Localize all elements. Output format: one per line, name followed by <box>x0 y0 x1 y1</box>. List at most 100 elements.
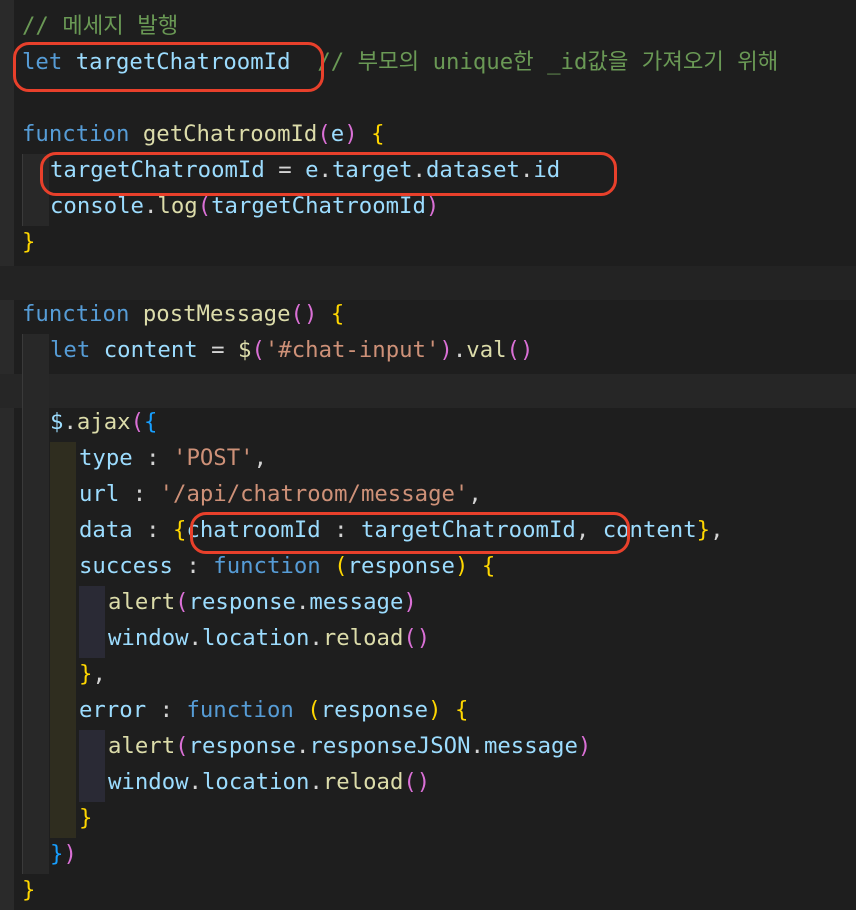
comma: , <box>575 517 590 543</box>
paren-close: ) <box>63 841 77 867</box>
code-line-14[interactable]: url : '/api/chatroom/message', <box>0 476 482 512</box>
brace-close: } <box>696 517 711 543</box>
variable-name: content <box>103 337 198 363</box>
property: dataset <box>425 157 520 183</box>
paren-close: ) <box>344 121 358 147</box>
code-line-10[interactable]: let content = $('#chat-input').val() <box>0 332 533 368</box>
code-line-4[interactable]: function getChatroomId(e) { <box>0 116 385 152</box>
code-line-2[interactable]: let targetChatroomId // 부모의 unique한 _id값… <box>0 44 778 80</box>
code-line-1[interactable]: // 메세지 발행 <box>0 8 178 44</box>
object-key: success <box>79 553 173 579</box>
code-line-17[interactable]: alert(response.message) <box>0 584 417 620</box>
brace-open: { <box>330 301 345 327</box>
variable-name: targetChatroomId <box>75 49 291 75</box>
comma: , <box>92 661 106 687</box>
param: e <box>330 121 345 147</box>
function-name: $ <box>238 337 252 363</box>
dot: . <box>143 193 158 219</box>
paren-close: ) <box>428 697 442 723</box>
property: location <box>201 625 310 651</box>
string: '/api/chatroom/message' <box>159 481 469 507</box>
property: message <box>309 589 404 615</box>
code-line-19[interactable]: }, <box>0 656 106 692</box>
dot: . <box>295 589 310 615</box>
comma: , <box>253 445 267 471</box>
dot: . <box>309 625 323 651</box>
dot: . <box>412 157 426 183</box>
parens: () <box>403 625 431 651</box>
paren-close: ) <box>577 733 592 759</box>
object: response <box>188 733 296 759</box>
brace-open: { <box>455 697 469 723</box>
property: responseJSON <box>309 733 471 759</box>
code-line-24[interactable]: }) <box>0 836 77 872</box>
keyword-function: function <box>213 553 321 579</box>
method-name: val <box>466 337 507 363</box>
comma: , <box>468 481 482 507</box>
code-line-7[interactable]: } <box>0 224 54 260</box>
comment: // 부모의 unique한 _id값을 가져오기 위해 <box>317 49 779 75</box>
code-line-18[interactable]: window.location.reload() <box>0 620 430 656</box>
code-line-15[interactable]: data : {chatroomId : targetChatroomId, c… <box>0 512 724 548</box>
brace-close: } <box>79 661 93 687</box>
object-key: chatroomId <box>186 517 321 543</box>
brace-open: { <box>481 553 496 579</box>
paren-close: ) <box>403 589 417 615</box>
object-key: data <box>79 517 133 543</box>
function-name: postMessage <box>142 301 291 327</box>
method-name: reload <box>322 769 404 795</box>
blank-line-band <box>0 266 856 300</box>
object: response <box>188 589 296 615</box>
dot: . <box>309 769 323 795</box>
object: window <box>108 625 189 651</box>
code-line-21[interactable]: alert(response.responseJSON.message) <box>0 728 591 764</box>
paren-open: ( <box>307 697 321 723</box>
keyword-function: function <box>186 697 294 723</box>
colon: : <box>146 445 160 471</box>
parens: () <box>403 769 431 795</box>
blank-line-band <box>0 374 856 408</box>
code-line-23[interactable]: } <box>0 800 92 836</box>
argument: targetChatroomId <box>211 193 426 219</box>
brace-close: } <box>22 229 36 255</box>
property: id <box>533 157 561 183</box>
dot: . <box>295 733 310 759</box>
variable-name: content <box>602 517 697 543</box>
brace-open: { <box>371 121 385 147</box>
string: '#chat-input' <box>264 337 440 363</box>
code-line-9[interactable]: function postMessage() { <box>0 296 344 332</box>
object: window <box>108 769 189 795</box>
keyword-let: let <box>22 49 63 75</box>
property: target <box>331 157 413 183</box>
colon: : <box>159 697 173 723</box>
code-line-6[interactable]: console.log(targetChatroomId) <box>0 188 439 224</box>
code-line-13[interactable]: type : 'POST', <box>0 440 267 476</box>
code-line-16[interactable]: success : function (response) { <box>0 548 495 584</box>
code-line-12[interactable]: $.ajax({ <box>0 404 157 440</box>
colon: : <box>186 553 200 579</box>
method-name: ajax <box>76 409 131 435</box>
code-line-20[interactable]: error : function (response) { <box>0 692 468 728</box>
string: 'POST' <box>173 445 254 471</box>
code-line-25[interactable]: } <box>0 872 54 908</box>
dot: . <box>470 733 484 759</box>
paren-open: ( <box>197 193 212 219</box>
object-key: url <box>79 481 120 507</box>
operator: = <box>278 157 292 183</box>
method-name: log <box>157 193 198 219</box>
paren-close: ) <box>439 337 453 363</box>
parens: () <box>506 337 534 363</box>
paren-open: ( <box>317 121 331 147</box>
param: response <box>320 697 429 723</box>
function-name: alert <box>108 589 176 615</box>
code-editor[interactable]: // 메세지 발행 let targetChatroomId // 부모의 un… <box>0 0 856 910</box>
variable-name: targetChatroomId <box>50 157 265 183</box>
code-line-22[interactable]: window.location.reload() <box>0 764 430 800</box>
dot: . <box>519 157 534 183</box>
code-line-5[interactable]: targetChatroomId = e.target.dataset.id <box>0 152 560 188</box>
brace-close: } <box>79 805 93 831</box>
operator: = <box>211 337 225 363</box>
brace-close: } <box>50 841 64 867</box>
variable-name: targetChatroomId <box>361 517 576 543</box>
property: message <box>483 733 578 759</box>
